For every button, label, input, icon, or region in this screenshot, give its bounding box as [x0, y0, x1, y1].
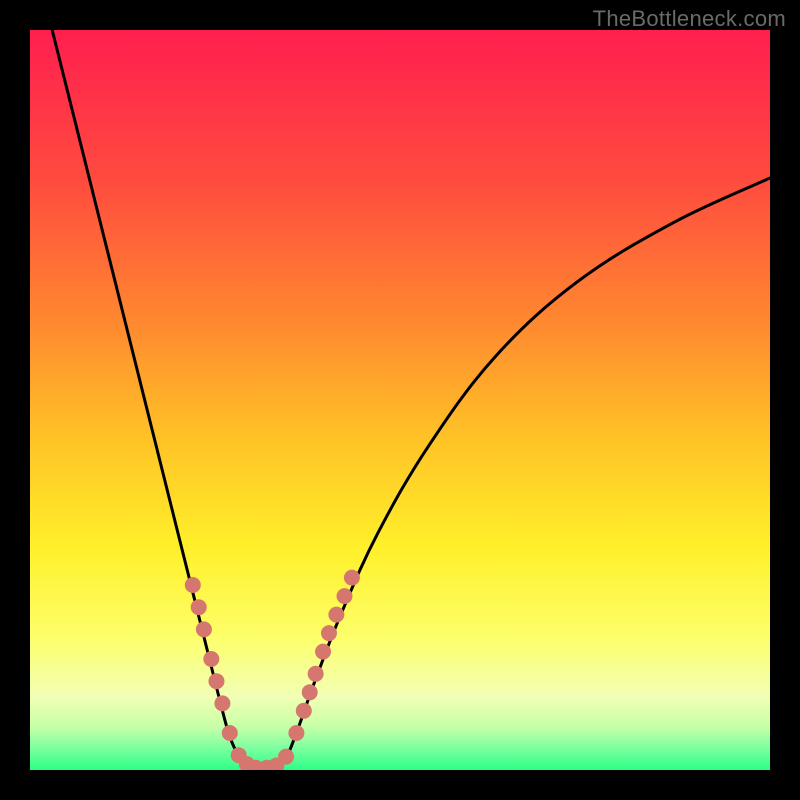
chart-plot: [30, 30, 770, 770]
marker-point: [214, 695, 230, 711]
marker-point: [337, 588, 353, 604]
marker-point: [296, 703, 312, 719]
marker-point: [302, 684, 318, 700]
marker-point: [308, 666, 324, 682]
marker-point: [191, 599, 207, 615]
marker-point: [208, 673, 224, 689]
marker-point: [315, 644, 331, 660]
marker-point: [222, 725, 238, 741]
marker-point: [185, 577, 201, 593]
marker-point: [196, 621, 212, 637]
marker-point: [278, 749, 294, 765]
marker-point: [344, 570, 360, 586]
marker-point: [288, 725, 304, 741]
marker-point: [328, 607, 344, 623]
chart-background: [30, 30, 770, 770]
watermark-text: TheBottleneck.com: [593, 6, 786, 32]
marker-point: [203, 651, 219, 667]
chart-svg: [30, 30, 770, 770]
marker-point: [321, 625, 337, 641]
